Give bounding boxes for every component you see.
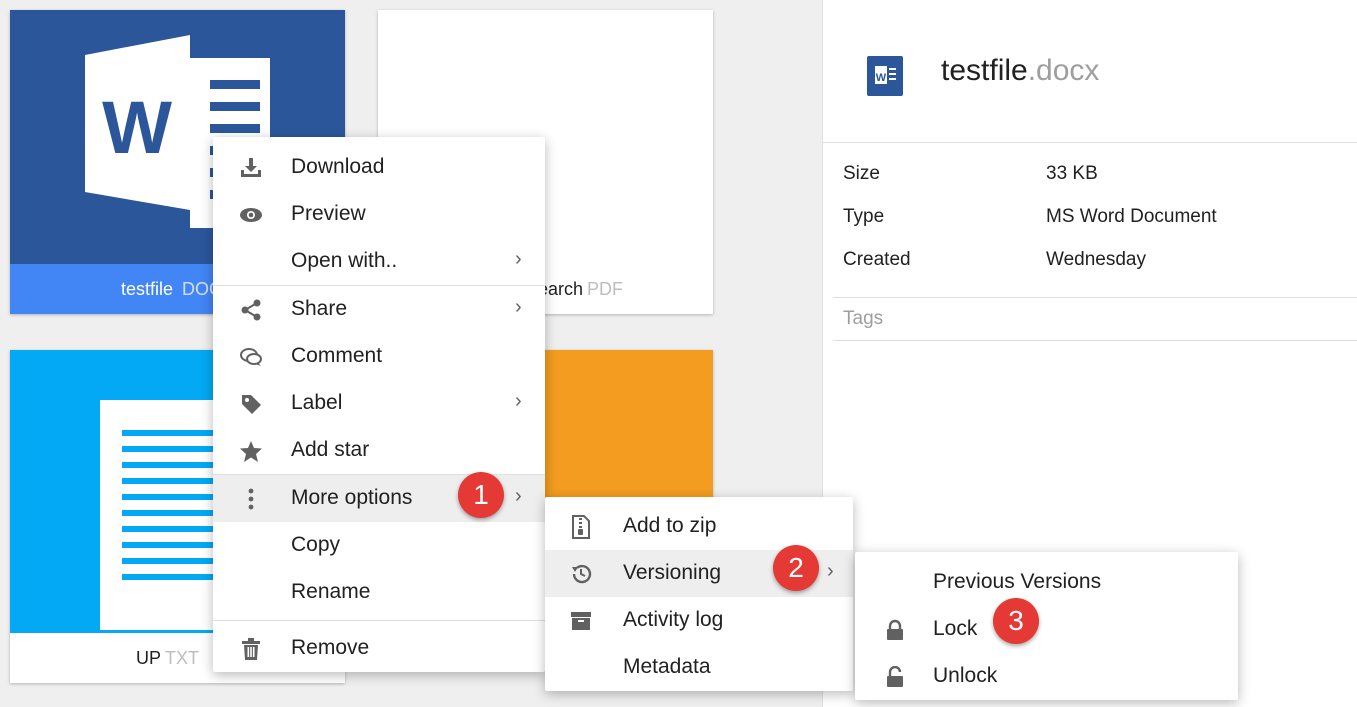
versioning-submenu: Previous Versions Lock Unlock bbox=[855, 552, 1238, 700]
menu-item-lock[interactable]: Lock bbox=[855, 606, 1238, 653]
menu-item-label: Add to zip bbox=[623, 514, 717, 537]
file-ext: TXT bbox=[165, 648, 200, 668]
menu-item-label: Previous Versions bbox=[933, 570, 1102, 593]
star-icon bbox=[239, 440, 263, 462]
menu-item-label: Copy bbox=[291, 533, 341, 556]
trash-icon bbox=[239, 638, 263, 660]
menu-item-label: Versioning bbox=[623, 561, 722, 584]
menu-item-label: Comment bbox=[291, 344, 383, 367]
menu-item-download[interactable]: Download bbox=[213, 144, 545, 191]
menu-item-label: More options bbox=[291, 486, 413, 509]
history-icon bbox=[569, 563, 593, 585]
chevron-right-icon: › bbox=[515, 296, 522, 318]
comment-icon bbox=[239, 346, 263, 368]
menu-item-remove[interactable]: Remove bbox=[213, 625, 545, 672]
menu-item-label: Label bbox=[291, 391, 343, 414]
property-key: Type bbox=[843, 205, 885, 227]
menu-item-add-star[interactable]: Add star bbox=[213, 427, 545, 474]
details-file-name: testfile bbox=[941, 54, 1028, 87]
menu-item-label: Add star bbox=[291, 438, 370, 461]
tags-field[interactable]: Tags bbox=[833, 297, 1357, 341]
menu-item-copy[interactable]: Copy bbox=[213, 522, 545, 569]
menu-item-label: Lock bbox=[933, 617, 978, 640]
chevron-right-icon: › bbox=[515, 390, 522, 412]
archive-icon bbox=[569, 610, 593, 632]
menu-item-metadata[interactable]: Metadata bbox=[545, 644, 853, 691]
property-value: 33 KB bbox=[1046, 162, 1098, 184]
property-value: Wednesday bbox=[1046, 248, 1146, 270]
property-key: Created bbox=[843, 248, 911, 270]
menu-item-preview[interactable]: Preview bbox=[213, 191, 545, 238]
context-menu: Download Preview Open with.. › Share › C… bbox=[213, 137, 545, 672]
property-row-type: Type MS Word Document bbox=[843, 195, 1217, 238]
zip-icon bbox=[569, 515, 593, 539]
chevron-right-icon: › bbox=[515, 485, 522, 507]
property-key: Size bbox=[843, 162, 880, 184]
menu-divider bbox=[213, 620, 545, 621]
step-badge-2: 2 bbox=[773, 545, 819, 591]
menu-item-previous-versions[interactable]: Previous Versions bbox=[855, 559, 1238, 606]
details-file-ext: .docx bbox=[1027, 54, 1100, 87]
file-name: UP bbox=[136, 648, 162, 668]
menu-item-activity-log[interactable]: Activity log bbox=[545, 597, 853, 644]
menu-item-open-with[interactable]: Open with.. › bbox=[213, 238, 545, 285]
svg-text:W: W bbox=[102, 86, 172, 169]
menu-item-rename[interactable]: Rename bbox=[213, 569, 545, 616]
property-row-created: Created Wednesday bbox=[843, 238, 1217, 281]
menu-item-label: Open with.. bbox=[291, 249, 398, 272]
svg-text:W: W bbox=[876, 72, 887, 84]
menu-item-label: Download bbox=[291, 155, 385, 178]
details-properties: Size 33 KB Type MS Word Document Created We… bbox=[843, 152, 1217, 281]
label-icon bbox=[239, 393, 263, 415]
file-name: testfile bbox=[120, 279, 173, 299]
menu-item-label: Metadata bbox=[623, 655, 711, 678]
word-file-icon: W bbox=[867, 56, 903, 96]
menu-item-comment[interactable]: Comment bbox=[213, 333, 545, 380]
share-icon bbox=[239, 299, 263, 321]
chevron-right-icon: › bbox=[515, 248, 522, 270]
property-row-size: Size 33 KB bbox=[843, 152, 1217, 195]
menu-item-label: Remove bbox=[291, 636, 370, 659]
menu-item-label: Share bbox=[291, 297, 348, 320]
menu-item-label: Activity log bbox=[623, 608, 724, 631]
more-vert-icon bbox=[239, 488, 263, 510]
step-badge-3: 3 bbox=[993, 598, 1039, 644]
lock-icon bbox=[883, 619, 907, 641]
details-title: testfile.docx bbox=[941, 54, 1099, 88]
menu-item-share[interactable]: Share › bbox=[213, 286, 545, 333]
eye-icon bbox=[239, 204, 263, 226]
menu-item-label: Preview bbox=[291, 202, 366, 225]
menu-item-unlock[interactable]: Unlock bbox=[855, 653, 1238, 700]
menu-item-label[interactable]: Label › bbox=[213, 380, 545, 427]
more-options-submenu: Add to zip Versioning › Activity log Met… bbox=[545, 497, 853, 691]
chevron-right-icon: › bbox=[827, 560, 834, 582]
details-header: W testfile.docx bbox=[823, 0, 1357, 143]
step-badge-1: 1 bbox=[458, 472, 504, 518]
unlock-icon bbox=[883, 666, 907, 688]
file-ext: PDF bbox=[587, 279, 624, 299]
menu-item-add-to-zip[interactable]: Add to zip bbox=[545, 503, 853, 550]
menu-item-label: Rename bbox=[291, 580, 371, 603]
property-value: MS Word Document bbox=[1046, 205, 1217, 227]
download-icon bbox=[239, 157, 263, 179]
menu-item-label: Unlock bbox=[933, 664, 998, 687]
